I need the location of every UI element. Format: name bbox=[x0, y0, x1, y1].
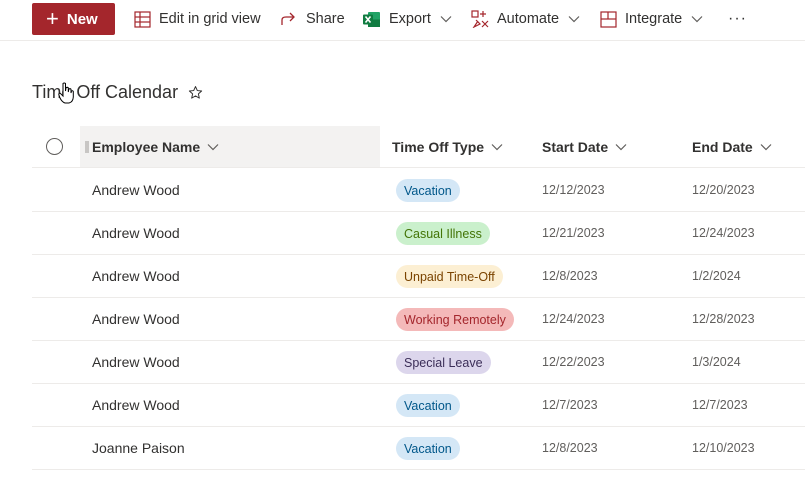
header-end-date-label: End Date bbox=[692, 138, 753, 155]
share-icon bbox=[280, 11, 298, 27]
chevron-down-icon bbox=[491, 143, 503, 151]
header-employee-name[interactable]: Employee Name bbox=[92, 126, 219, 167]
time-off-type-pill: Unpaid Time-Off bbox=[396, 265, 503, 288]
integrate-label: Integrate bbox=[625, 11, 683, 27]
chevron-down-icon bbox=[615, 143, 627, 151]
automate-button[interactable]: Automate bbox=[471, 0, 580, 38]
new-button[interactable]: + New bbox=[32, 3, 115, 35]
chevron-down-icon bbox=[207, 143, 219, 151]
excel-icon bbox=[363, 11, 381, 28]
command-bar: + New Edit in grid view Share Export Aut… bbox=[0, 0, 805, 41]
export-label: Export bbox=[389, 11, 431, 27]
chevron-down-icon bbox=[760, 143, 772, 151]
end-date-cell: 12/10/2023 bbox=[692, 441, 755, 455]
share-label: Share bbox=[306, 11, 345, 27]
end-date-cell: 12/24/2023 bbox=[692, 226, 755, 240]
table-row[interactable]: Andrew Wood Working Remotely 12/24/2023 … bbox=[32, 298, 805, 341]
chevron-down-icon bbox=[568, 15, 580, 23]
employee-name-cell: Andrew Wood bbox=[92, 225, 180, 241]
share-button[interactable]: Share bbox=[280, 0, 345, 38]
start-date-cell: 12/7/2023 bbox=[542, 398, 598, 412]
edit-in-grid-view-label: Edit in grid view bbox=[159, 11, 261, 27]
employee-name-cell: Andrew Wood bbox=[92, 311, 180, 327]
start-date-cell: 12/21/2023 bbox=[542, 226, 605, 240]
start-date-cell: 12/12/2023 bbox=[542, 183, 605, 197]
column-grip-icon[interactable] bbox=[85, 141, 89, 153]
header-end-date[interactable]: End Date bbox=[692, 126, 772, 167]
star-icon[interactable] bbox=[188, 85, 203, 100]
employee-name-cell: Joanne Paison bbox=[92, 440, 185, 456]
new-button-label: New bbox=[66, 10, 98, 28]
end-date-cell: 1/2/2024 bbox=[692, 269, 741, 283]
header-time-off-type-label: Time Off Type bbox=[392, 138, 485, 155]
end-date-cell: 12/7/2023 bbox=[692, 398, 748, 412]
end-date-cell: 12/20/2023 bbox=[692, 183, 755, 197]
plus-icon: + bbox=[46, 6, 59, 31]
table-row[interactable]: Andrew Wood Special Leave 12/22/2023 1/3… bbox=[32, 341, 805, 384]
time-off-type-pill: Vacation bbox=[396, 179, 460, 202]
automate-label: Automate bbox=[497, 11, 560, 27]
more-options-button[interactable]: ··· bbox=[728, 0, 747, 38]
end-date-cell: 1/3/2024 bbox=[692, 355, 741, 369]
page-title: Time Off Calendar bbox=[32, 81, 179, 102]
employee-name-cell: Andrew Wood bbox=[92, 397, 180, 413]
select-all-checkbox[interactable] bbox=[46, 138, 63, 155]
employee-name-cell: Andrew Wood bbox=[92, 354, 180, 370]
table-row[interactable]: Andrew Wood Casual Illness 12/21/2023 12… bbox=[32, 212, 805, 255]
chevron-down-icon bbox=[691, 15, 703, 23]
grid-icon bbox=[134, 10, 151, 28]
chevron-down-icon bbox=[440, 15, 452, 23]
hand-cursor-icon bbox=[58, 82, 74, 109]
table-row[interactable]: Joanne Paison Vacation 12/8/2023 12/10/2… bbox=[32, 427, 805, 470]
column-header-row: Employee Name Time Off Type Start Date E… bbox=[32, 126, 805, 168]
integrate-button[interactable]: Integrate bbox=[600, 0, 703, 38]
header-start-date[interactable]: Start Date bbox=[542, 126, 627, 167]
time-off-type-pill: Vacation bbox=[396, 394, 460, 417]
time-off-type-pill: Vacation bbox=[396, 437, 460, 460]
header-employee-name-label: Employee Name bbox=[92, 138, 201, 155]
table-row[interactable]: Andrew Wood Vacation 12/12/2023 12/20/20… bbox=[32, 169, 805, 212]
employee-name-cell: Andrew Wood bbox=[92, 268, 180, 284]
integrate-icon bbox=[600, 10, 617, 28]
time-off-type-pill: Casual Illness bbox=[396, 222, 490, 245]
time-off-type-pill: Special Leave bbox=[396, 351, 491, 374]
time-off-type-pill: Working Remotely bbox=[396, 308, 514, 331]
header-time-off-type[interactable]: Time Off Type bbox=[392, 126, 503, 167]
start-date-cell: 12/8/2023 bbox=[542, 269, 598, 283]
start-date-cell: 12/22/2023 bbox=[542, 355, 605, 369]
automate-icon bbox=[471, 10, 489, 28]
start-date-cell: 12/24/2023 bbox=[542, 312, 605, 326]
header-start-date-label: Start Date bbox=[542, 138, 609, 155]
table-row[interactable]: Andrew Wood Unpaid Time-Off 12/8/2023 1/… bbox=[32, 255, 805, 298]
end-date-cell: 12/28/2023 bbox=[692, 312, 755, 326]
export-button[interactable]: Export bbox=[363, 0, 452, 38]
table-row[interactable]: Andrew Wood Vacation 12/7/2023 12/7/2023 bbox=[32, 384, 805, 427]
edit-in-grid-view-button[interactable]: Edit in grid view bbox=[134, 0, 261, 38]
start-date-cell: 12/8/2023 bbox=[542, 441, 598, 455]
employee-name-cell: Andrew Wood bbox=[92, 182, 180, 198]
more-icon: ··· bbox=[728, 10, 747, 27]
